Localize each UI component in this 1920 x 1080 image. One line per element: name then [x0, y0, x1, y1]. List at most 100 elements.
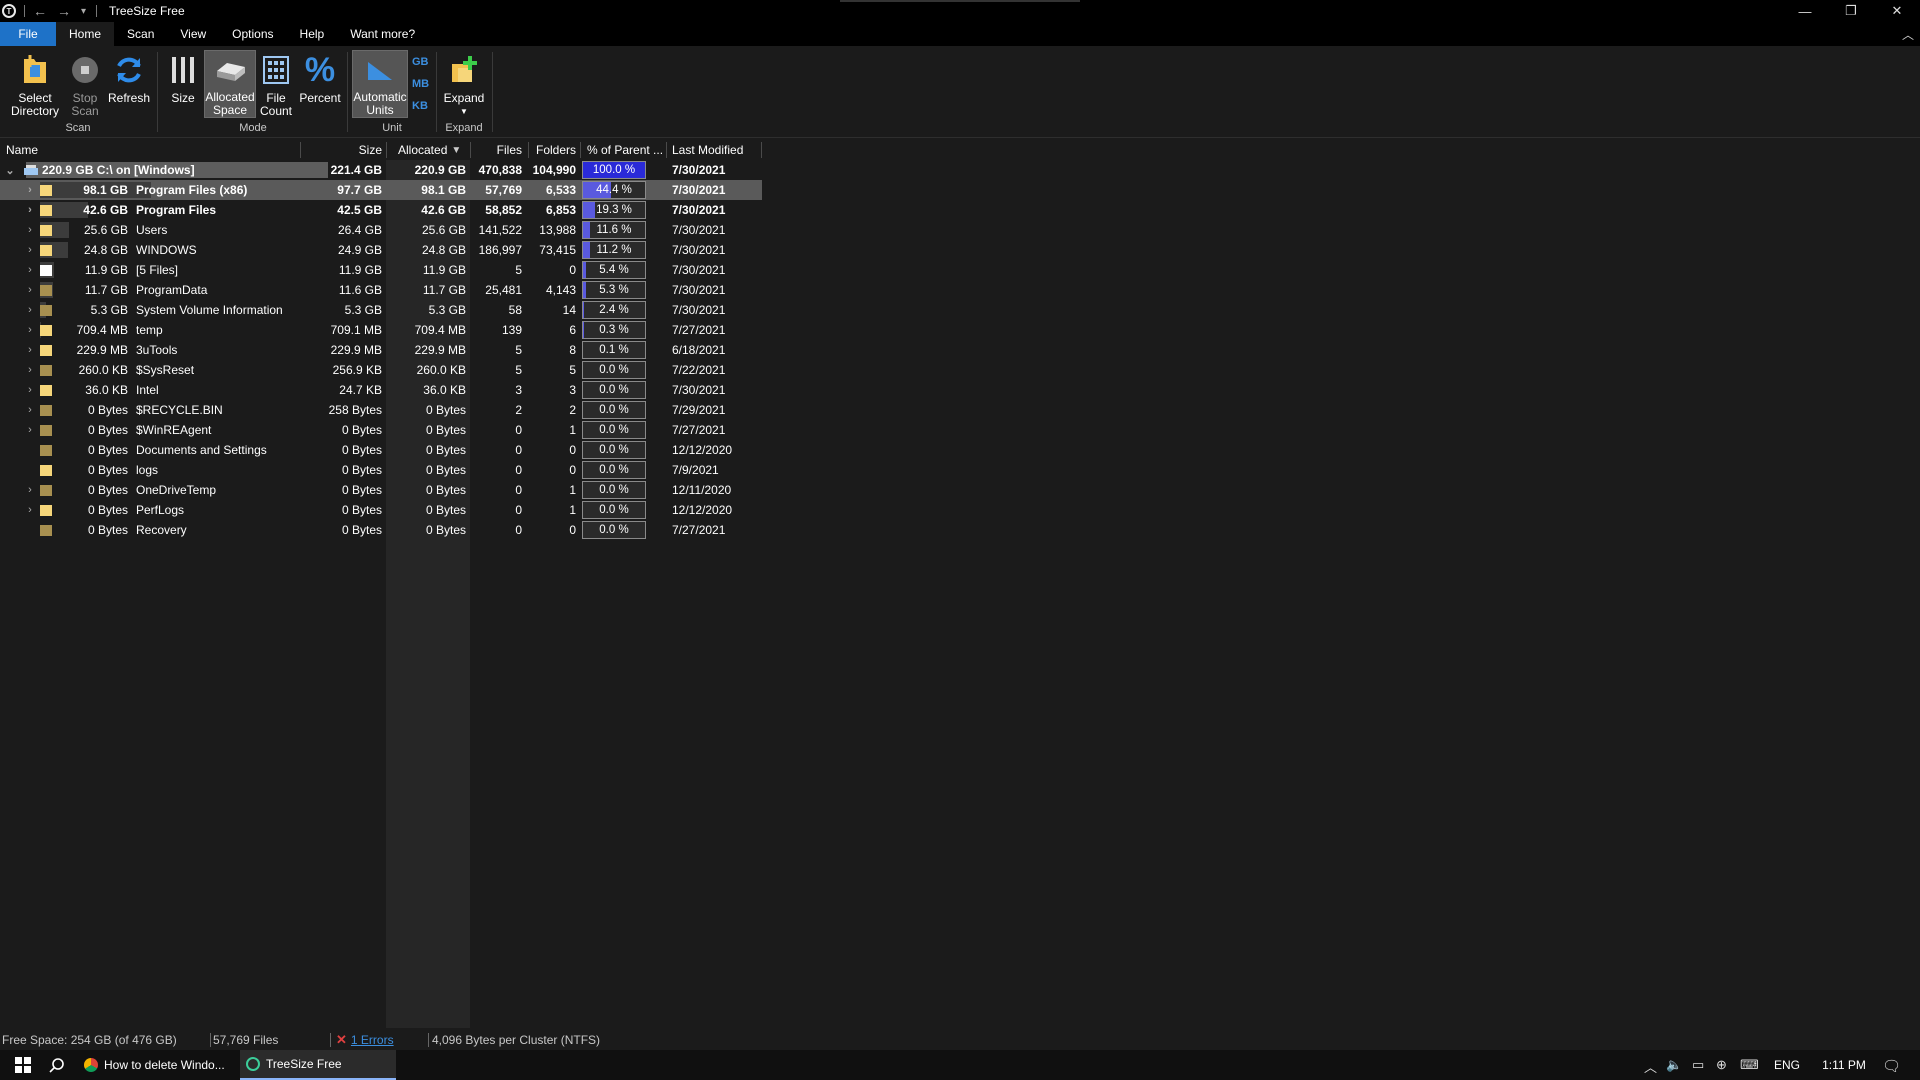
forward-arrow-icon[interactable]: →: [57, 3, 71, 19]
close-button[interactable]: ✕: [1874, 0, 1920, 22]
table-row[interactable]: › 0 Bytes PerfLogs 0 Bytes 0 Bytes 0 1 0.0 % 12/…: [0, 500, 762, 520]
mode-file-count-button[interactable]: File Count: [258, 50, 294, 118]
root-drive-row[interactable]: ⌄ 220.9 GB C:\ on [Windows] 221.4 GB 220.9 …: [0, 160, 762, 180]
row-files: 2: [515, 403, 522, 417]
stop-scan-button[interactable]: Stop Scan: [68, 50, 102, 118]
row-name: ProgramData: [136, 283, 208, 297]
table-row[interactable]: › 11.9 GB [5 Files] 11.9 GB 11.9 GB 5 0 5.4 % 7/…: [0, 260, 762, 280]
column-last-modified[interactable]: Last Modified: [672, 142, 743, 158]
size-label: Size: [171, 91, 195, 105]
tab-home[interactable]: Home: [56, 22, 115, 46]
table-row[interactable]: › 11.7 GB ProgramData 11.6 GB 11.7 GB 25,481 4…: [0, 280, 762, 300]
column-allocated[interactable]: Allocated ▼: [398, 142, 461, 158]
row-folders: 73,415: [539, 243, 576, 257]
refresh-button[interactable]: Refresh: [106, 50, 152, 105]
expand-chevron-icon[interactable]: ›: [24, 380, 36, 400]
notification-center-icon[interactable]: 🗨: [1882, 1057, 1901, 1075]
collapse-chevron-icon[interactable]: ⌄: [4, 160, 16, 180]
expand-chevron-icon[interactable]: ›: [24, 340, 36, 360]
table-row[interactable]: › 98.1 GB Program Files (x86) 97.7 GB 98.1 G…: [0, 180, 762, 200]
expand-chevron-icon[interactable]: ›: [24, 280, 36, 300]
table-row[interactable]: › 0 Bytes OneDriveTemp 0 Bytes 0 Bytes 0 1 0.0 …: [0, 480, 762, 500]
unit-mb-button[interactable]: MB: [412, 78, 429, 90]
allocated-space-label: Allocated Space: [205, 90, 255, 117]
row-size: 229.9 MB: [330, 343, 382, 357]
expand-chevron-icon[interactable]: ›: [24, 360, 36, 380]
expand-chevron-icon[interactable]: ›: [24, 220, 36, 240]
row-name: Program Files (x86): [136, 183, 248, 197]
show-hidden-icons-icon[interactable]: ︿: [1644, 1057, 1657, 1076]
automatic-units-button[interactable]: Automatic Units: [352, 50, 408, 118]
table-row[interactable]: › 0 Bytes $RECYCLE.BIN 258 Bytes 0 Bytes 2 2 0.…: [0, 400, 762, 420]
table-row[interactable]: › 42.6 GB Program Files 42.5 GB 42.6 GB 58,85…: [0, 200, 762, 220]
table-row[interactable]: › 0 Bytes $WinREAgent 0 Bytes 0 Bytes 0 1 0.0 %…: [0, 420, 762, 440]
windows-start-icon[interactable]: [8, 1050, 38, 1080]
column-size[interactable]: Size: [300, 142, 382, 158]
network-globe-icon[interactable]: ⊕: [1716, 1057, 1727, 1073]
percent-text: 0.0 %: [599, 464, 629, 476]
expand-chevron-icon[interactable]: ›: [24, 200, 36, 220]
expand-chevron-icon[interactable]: ›: [24, 500, 36, 520]
tab-scan[interactable]: Scan: [114, 22, 167, 46]
mode-percent-button[interactable]: % Percent: [298, 50, 342, 105]
tab-options[interactable]: Options: [219, 22, 286, 46]
expand-chevron-icon[interactable]: ›: [24, 320, 36, 340]
table-row[interactable]: › 5.3 GB System Volume Information 5.3 GB 5.…: [0, 300, 762, 320]
back-arrow-icon[interactable]: ←: [33, 3, 47, 19]
table-row[interactable]: 0 Bytes Documents and Settings 0 Bytes 0 By…: [0, 440, 762, 460]
row-modified: 6/18/2021: [672, 343, 726, 357]
table-row[interactable]: › 36.0 KB Intel 24.7 KB 36.0 KB 3 3 0.0 % 7/30/2…: [0, 380, 762, 400]
taskbar-treesize-app[interactable]: TreeSize Free: [240, 1050, 396, 1080]
expand-button[interactable]: Expand ▼: [440, 50, 488, 118]
table-row[interactable]: › 24.8 GB WINDOWS 24.9 GB 24.8 GB 186,997 73,4…: [0, 240, 762, 260]
taskbar-chrome-app[interactable]: How to delete Windo...: [80, 1050, 234, 1080]
row-folders: 13,988: [539, 223, 576, 237]
battery-icon[interactable]: ▭: [1692, 1057, 1704, 1073]
expand-chevron-icon[interactable]: ›: [24, 180, 36, 200]
row-size: 24.7 KB: [339, 383, 382, 397]
folder-icon: [40, 185, 52, 196]
clock[interactable]: 1:11 PM: [1814, 1050, 1874, 1080]
row-allocated: 11.7 GB: [422, 283, 466, 297]
tab-help[interactable]: Help: [287, 22, 338, 46]
restore-button[interactable]: ❐: [1828, 0, 1874, 22]
row-folders: 2: [569, 403, 576, 417]
column-files[interactable]: Files: [470, 142, 522, 158]
group-label-mode: Mode: [239, 122, 267, 134]
expand-chevron-icon[interactable]: ›: [24, 400, 36, 420]
tab-view[interactable]: View: [167, 22, 219, 46]
table-row[interactable]: › 229.9 MB 3uTools 229.9 MB 229.9 MB 5 8 0.1 % 6…: [0, 340, 762, 360]
column-folders[interactable]: Folders: [528, 142, 576, 158]
expand-chevron-icon[interactable]: ›: [24, 420, 36, 440]
tab-want-more[interactable]: Want more?: [337, 22, 428, 46]
errors-link[interactable]: 1 Errors: [351, 1033, 394, 1047]
row-modified: 7/30/2021: [672, 183, 726, 197]
collapse-ribbon-icon[interactable]: ︿: [1902, 26, 1914, 43]
expand-chevron-icon[interactable]: ›: [24, 300, 36, 320]
table-row[interactable]: 0 Bytes logs 0 Bytes 0 Bytes 0 0 0.0 % 7/9/2021: [0, 460, 762, 480]
tab-file[interactable]: File: [0, 22, 56, 46]
expand-chevron-icon[interactable]: ›: [24, 480, 36, 500]
row-size: 258 Bytes: [328, 403, 382, 417]
unit-gb-button[interactable]: GB: [412, 56, 429, 68]
root-files: 470,838: [478, 163, 522, 177]
expand-chevron-icon[interactable]: ›: [24, 260, 36, 280]
search-icon[interactable]: [42, 1050, 72, 1080]
minimize-button[interactable]: —: [1782, 0, 1828, 22]
expand-chevron-icon[interactable]: ›: [24, 240, 36, 260]
column-percent-parent[interactable]: % of Parent ...: [587, 142, 663, 158]
keyboard-icon[interactable]: ⌨: [1740, 1057, 1759, 1073]
volume-icon[interactable]: 🔈: [1666, 1057, 1682, 1073]
table-row[interactable]: 0 Bytes Recovery 0 Bytes 0 Bytes 0 0 0.0 % 7/27…: [0, 520, 762, 540]
language-indicator[interactable]: ENG: [1774, 1050, 1800, 1080]
mode-size-button[interactable]: Size: [166, 50, 200, 105]
table-row[interactable]: › 260.0 KB $SysReset 256.9 KB 260.0 KB 5 5 0.0 …: [0, 360, 762, 380]
row-amount: 229.9 MB: [76, 343, 128, 357]
column-name[interactable]: Name: [6, 142, 38, 158]
unit-kb-button[interactable]: KB: [412, 100, 428, 112]
table-row[interactable]: › 25.6 GB Users 26.4 GB 25.6 GB 141,522 13,988…: [0, 220, 762, 240]
select-directory-button[interactable]: Select Directory: [4, 50, 66, 118]
quick-access-dropdown-icon[interactable]: ▾: [81, 6, 86, 17]
mode-allocated-space-button[interactable]: Allocated Space: [204, 50, 256, 118]
table-row[interactable]: › 709.4 MB temp 709.1 MB 709.4 MB 139 6 0.3 % 7/…: [0, 320, 762, 340]
